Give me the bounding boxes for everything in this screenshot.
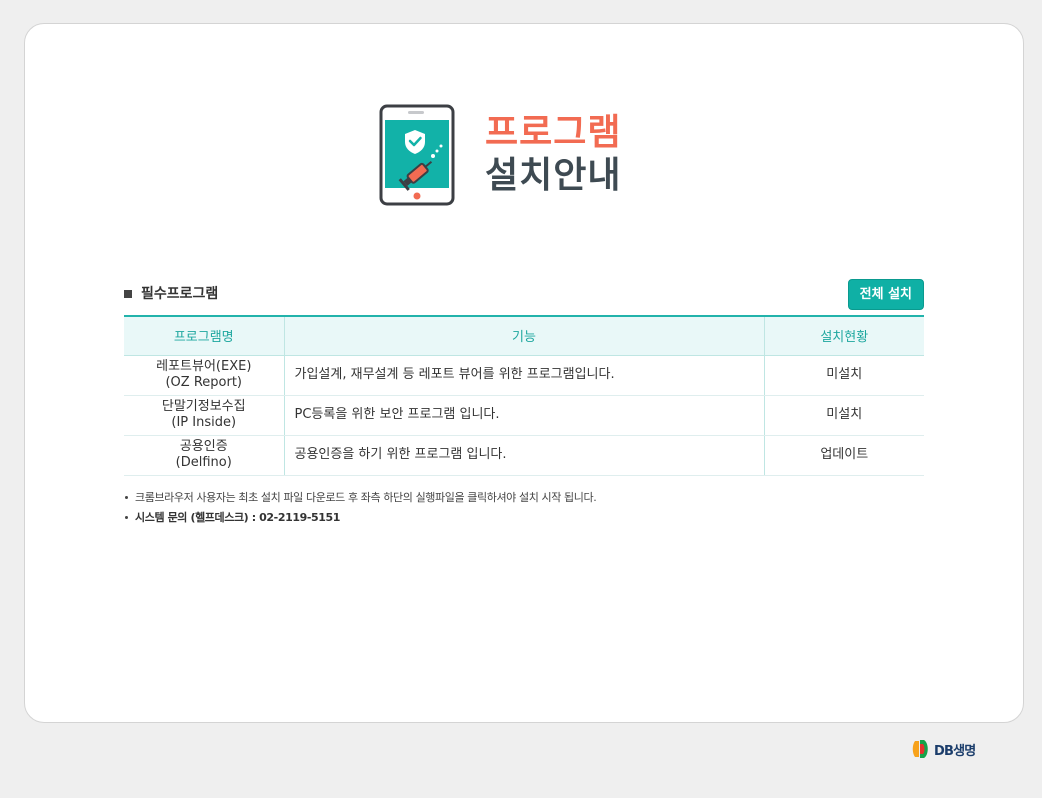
program-name-cell: 레포트뷰어(EXE) (OZ Report) [124, 355, 284, 396]
notes: 크롬브라우저 사용자는 최초 설치 파일 다운로드 후 좌측 하단의 실행파일을… [124, 488, 924, 528]
bullet-dot-icon [125, 516, 128, 519]
logo-text: DB생명 [934, 743, 976, 759]
db-logo-icon [912, 740, 928, 758]
page-title: 프로그램 [485, 112, 622, 153]
install-all-button[interactable]: 전체 설치 [847, 279, 924, 310]
update-status-link[interactable]: 업데이트 [763, 435, 924, 476]
helpdesk-note-text: 시스템 문의 (헬프데스크) : 02-2119-5151 [135, 510, 341, 524]
program-table: 프로그램명 기능 설치현황 레포트뷰어(EXE) (OZ Report) 가입설… [124, 315, 924, 476]
install-status-link[interactable]: 미설치 [763, 355, 924, 396]
program-name: 공용인증 [179, 439, 228, 454]
square-bullet-icon [124, 290, 132, 298]
program-name-sub: (IP Inside) [171, 415, 237, 430]
program-name-sub: (OZ Report) [165, 375, 242, 390]
chrome-note: 크롬브라우저 사용자는 최초 설치 파일 다운로드 후 좌측 하단의 실행파일을… [124, 488, 924, 508]
table-row: 단말기정보수집 (IP Inside) PC등록을 위한 보안 프로그램 입니다… [124, 395, 924, 436]
column-header-name: 프로그램명 [124, 316, 284, 356]
helpdesk-note: 시스템 문의 (헬프데스크) : 02-2119-5151 [124, 508, 924, 528]
table-row: 레포트뷰어(EXE) (OZ Report) 가입설계, 재무설계 등 레포트 … [124, 355, 924, 396]
required-programs-section: 필수프로그램 전체 설치 프로그램명 기능 설치현황 레포트뷰어(EXE) (O [124, 279, 924, 528]
page-subtitle: 설치안내 [485, 155, 622, 196]
program-name: 레포트뷰어(EXE) [156, 359, 252, 374]
column-header-status: 설치현황 [763, 316, 924, 356]
table-row: 공용인증 (Delfino) 공용인증을 하기 위한 프로그램 입니다. 업데이… [124, 435, 924, 476]
section-title-text: 필수프로그램 [141, 286, 219, 302]
program-description: 가입설계, 재무설계 등 레포트 뷰어를 위한 프로그램입니다. [283, 355, 764, 396]
column-header-function: 기능 [283, 316, 764, 356]
section-title: 필수프로그램 [124, 285, 218, 303]
program-name-cell: 단말기정보수집 (IP Inside) [124, 395, 284, 436]
db-logo: DB생명 [911, 737, 976, 761]
program-name-sub: (Delfino) [175, 455, 232, 470]
program-name-cell: 공용인증 (Delfino) [124, 435, 284, 476]
install-guide-card: 프로그램 설치안내 필수프로그램 전체 설치 프로그램명 기능 설치현황 레포트… [24, 23, 1024, 723]
phone-shield-icon [379, 104, 455, 206]
table-header-row: 프로그램명 기능 설치현황 [124, 316, 924, 356]
program-description: PC등록을 위한 보안 프로그램 입니다. [283, 395, 764, 436]
install-status-link[interactable]: 미설치 [763, 395, 924, 436]
program-name: 단말기정보수집 [161, 399, 246, 414]
hero: 프로그램 설치안내 [379, 104, 679, 208]
program-description: 공용인증을 하기 위한 프로그램 입니다. [283, 435, 764, 476]
bullet-dot-icon [125, 496, 128, 499]
section-header: 필수프로그램 전체 설치 [124, 279, 924, 311]
chrome-note-text: 크롬브라우저 사용자는 최초 설치 파일 다운로드 후 좌측 하단의 실행파일을… [135, 490, 597, 504]
